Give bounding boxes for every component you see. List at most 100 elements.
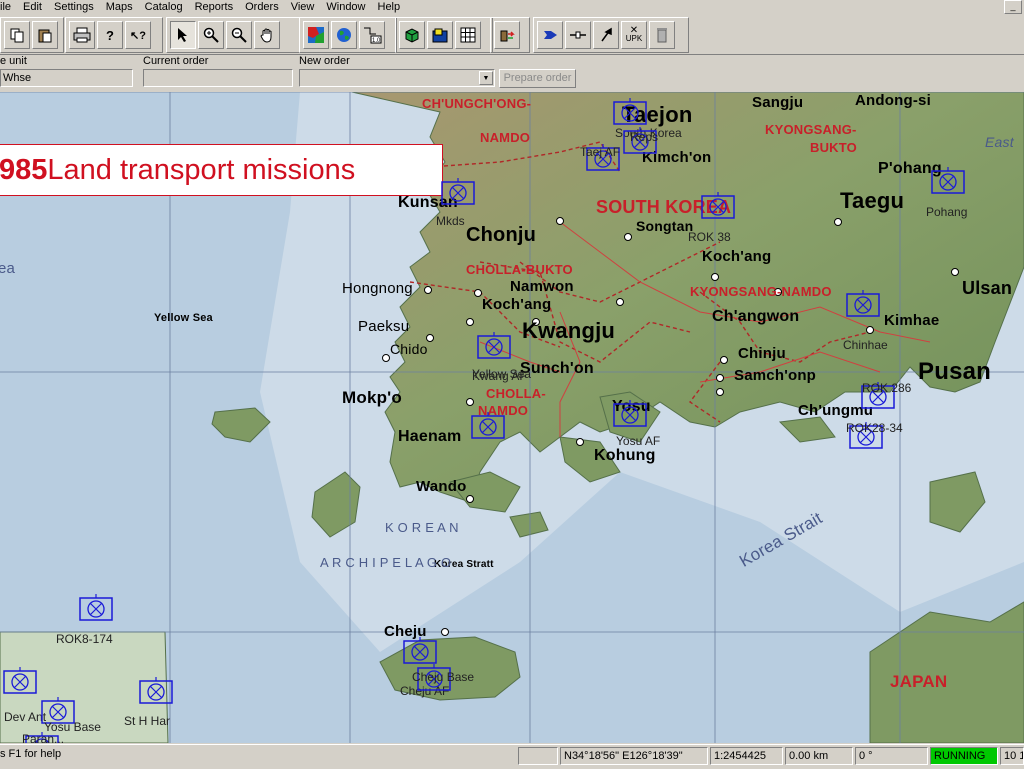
map-view[interactable]: 985 Land transport missions Taejon Sangju…	[0, 92, 1024, 743]
place-label: CHOLLA-BUKTO	[466, 262, 573, 277]
unit-symbol-icon[interactable]	[402, 637, 438, 667]
current-order-field[interactable]	[143, 69, 293, 87]
place-label: Songtan	[636, 218, 694, 234]
unit-label: Pohang	[926, 205, 968, 219]
unit-label: Chinhae	[843, 338, 888, 352]
link-icon[interactable]	[565, 21, 591, 49]
unit-label: Cheju Base	[412, 670, 475, 684]
unit-label: Paran...	[22, 732, 65, 743]
upk-label: UPK	[625, 34, 643, 43]
unit-symbol-icon[interactable]	[440, 178, 476, 208]
toolbar-group-transfer	[490, 17, 530, 53]
new-order-dropdown[interactable]: ▼	[299, 69, 495, 87]
help-icon[interactable]: ?	[97, 21, 123, 49]
help-hint: s F1 for help	[0, 748, 62, 760]
menu-window[interactable]: Window	[320, 1, 371, 13]
place-label: A R C H I P E L A G O	[320, 555, 452, 570]
place-label: Kimhae	[884, 312, 940, 329]
toolbar: ? ↖? 1.0 ✕ UPK	[0, 14, 1024, 55]
toolbar-group-print: ? ↖?	[65, 17, 163, 53]
flag-order-icon[interactable]	[593, 21, 619, 49]
unit-label: ROK28-34	[846, 421, 903, 435]
place-label: Andong-si	[855, 92, 931, 109]
menu-reports[interactable]: Reports	[189, 1, 240, 13]
place-label: Haenam	[398, 428, 462, 445]
map-title-text: Land transport missions	[47, 153, 356, 186]
unit-label: Yosu AF	[616, 434, 661, 448]
upk-icon[interactable]: ✕ UPK	[621, 21, 647, 49]
unit-symbol-icon[interactable]	[138, 677, 174, 707]
pan-hand-icon[interactable]	[254, 21, 280, 49]
unit-symbol-icon[interactable]	[700, 192, 736, 222]
menu-maps[interactable]: Maps	[100, 1, 139, 13]
order-bar: e unit Whse Current order New order ▼ Pr…	[0, 55, 1024, 91]
unit-field[interactable]: Whse	[0, 69, 133, 87]
transfer-icon[interactable]	[494, 21, 520, 49]
toolbar-group-view	[395, 17, 493, 53]
place-label: Sangju	[752, 94, 804, 111]
unit-symbol-icon[interactable]	[470, 412, 506, 442]
running-status-badge: RUNNING	[930, 747, 998, 765]
delete-icon[interactable]	[649, 21, 675, 49]
unit-label: ROK 286	[862, 381, 912, 395]
place-label: Paeksu	[358, 318, 410, 335]
zoom-in-icon[interactable]	[198, 21, 224, 49]
menu-view[interactable]: View	[285, 1, 321, 13]
status-extra: 10 1	[1000, 747, 1024, 765]
place-label: Mokp'o	[342, 388, 403, 407]
menu-settings[interactable]: Settings	[48, 1, 100, 13]
cube-icon[interactable]	[399, 21, 425, 49]
scale-icon[interactable]: 1.0	[359, 21, 385, 49]
place-label: Pusan	[918, 358, 992, 385]
place-label: CHOLLA-	[486, 386, 546, 401]
move-order-icon[interactable]	[537, 21, 563, 49]
map-layer-icon[interactable]	[303, 21, 329, 49]
coordinates-readout: N34°18'56" E126°18'39"	[560, 747, 708, 765]
pointer-icon[interactable]	[170, 21, 196, 49]
copy-icon[interactable]	[4, 21, 30, 49]
unit-symbol-icon[interactable]	[2, 667, 38, 697]
menu-file[interactable]: ile	[0, 1, 17, 13]
place-label: Kohung	[594, 447, 656, 464]
chevron-down-icon[interactable]: ▼	[479, 71, 493, 85]
map-title-year: 985	[0, 153, 48, 186]
unit-label: Kwang AF	[472, 369, 527, 383]
place-label: NAMDO	[480, 130, 531, 145]
toolbar-group-orders: ✕ UPK	[533, 17, 689, 53]
toolbar-group-navigate	[166, 17, 300, 53]
menu-edit[interactable]: Edit	[17, 1, 48, 13]
status-panel-blank	[518, 747, 558, 765]
flag-map-icon[interactable]	[427, 21, 453, 49]
unit-symbol-icon[interactable]	[612, 400, 648, 430]
unit-symbol-icon[interactable]	[612, 98, 648, 128]
unit-label: Reps	[630, 130, 659, 144]
unit-symbol-icon[interactable]	[78, 594, 114, 624]
unit-symbol-icon[interactable]	[476, 332, 512, 362]
grid-icon[interactable]	[455, 21, 481, 49]
place-label: Ulsan	[962, 278, 1013, 298]
place-label: JAPAN	[890, 672, 948, 691]
place-label: Sunch'on	[520, 360, 594, 377]
menu-bar: ile Edit Settings Maps Catalog Reports O…	[0, 0, 1024, 14]
place-label: CH'UNGCH'ONG-	[422, 96, 532, 111]
heading-readout: 0 °	[855, 747, 928, 765]
prepare-order-button[interactable]: Prepare order	[499, 69, 576, 88]
context-help-icon[interactable]: ↖?	[125, 21, 151, 49]
unit-symbol-icon[interactable]	[845, 290, 881, 320]
menu-orders[interactable]: Orders	[239, 1, 285, 13]
print-icon[interactable]	[69, 21, 95, 49]
place-label: Taegu	[840, 188, 905, 213]
place-label: K O R E A N	[385, 520, 459, 535]
paste-icon[interactable]	[32, 21, 58, 49]
unit-label: ROK 38	[688, 230, 731, 244]
menu-help[interactable]: Help	[372, 1, 407, 13]
toolbar-group-map: 1.0	[299, 17, 397, 53]
new-order-label: New order	[299, 55, 350, 67]
place-label: BUKTO	[810, 140, 857, 155]
minimize-button[interactable]: _	[1004, 0, 1022, 14]
zoom-out-icon[interactable]	[226, 21, 252, 49]
scale-readout: 1:2454425	[710, 747, 783, 765]
globe-icon[interactable]	[331, 21, 357, 49]
unit-symbol-icon[interactable]	[930, 167, 966, 197]
menu-catalog[interactable]: Catalog	[139, 1, 189, 13]
